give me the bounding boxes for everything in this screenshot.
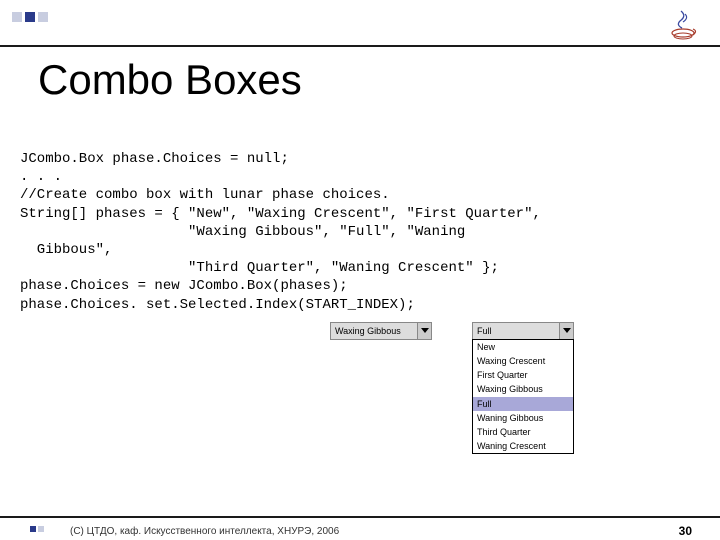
- combobox-option[interactable]: Third Quarter: [473, 425, 573, 439]
- slide-title: Combo Boxes: [38, 56, 302, 104]
- combobox-open-value: Full: [473, 326, 559, 336]
- combobox-option[interactable]: Waning Gibbous: [473, 411, 573, 425]
- combobox-listbox[interactable]: NewWaxing CrescentFirst QuarterWaxing Gi…: [472, 339, 574, 454]
- combobox-illustration: Waxing Gibbous Full NewWaxing CrescentFi…: [330, 322, 574, 454]
- combobox-option[interactable]: Waxing Crescent: [473, 354, 573, 368]
- page-number: 30: [679, 524, 692, 538]
- combobox-option[interactable]: Full: [473, 397, 573, 411]
- dropdown-arrow-icon[interactable]: [559, 323, 573, 339]
- code-snippet: JCombo.Box phase.Choices = null; . . . /…: [20, 150, 700, 314]
- combobox-closed-value: Waxing Gibbous: [331, 326, 417, 336]
- dropdown-arrow-icon[interactable]: [417, 323, 431, 339]
- title-rule: [0, 45, 720, 47]
- combobox-option[interactable]: Waxing Gibbous: [473, 382, 573, 396]
- footer-text: (С) ЦТДО, каф. Искусственного интеллекта…: [70, 526, 339, 537]
- slide-accent-squares: [12, 12, 48, 22]
- combobox-option[interactable]: Waning Crescent: [473, 439, 573, 453]
- combobox-option[interactable]: New: [473, 340, 573, 354]
- footer-accent-square: [30, 526, 36, 532]
- slide-footer: (С) ЦТДО, каф. Искусственного интеллекта…: [0, 516, 720, 524]
- java-logo-icon: [664, 6, 702, 44]
- combobox-open[interactable]: Full NewWaxing CrescentFirst QuarterWaxi…: [472, 322, 574, 454]
- combobox-option[interactable]: First Quarter: [473, 368, 573, 382]
- combobox-closed[interactable]: Waxing Gibbous: [330, 322, 432, 340]
- footer-accent-square: [38, 526, 44, 532]
